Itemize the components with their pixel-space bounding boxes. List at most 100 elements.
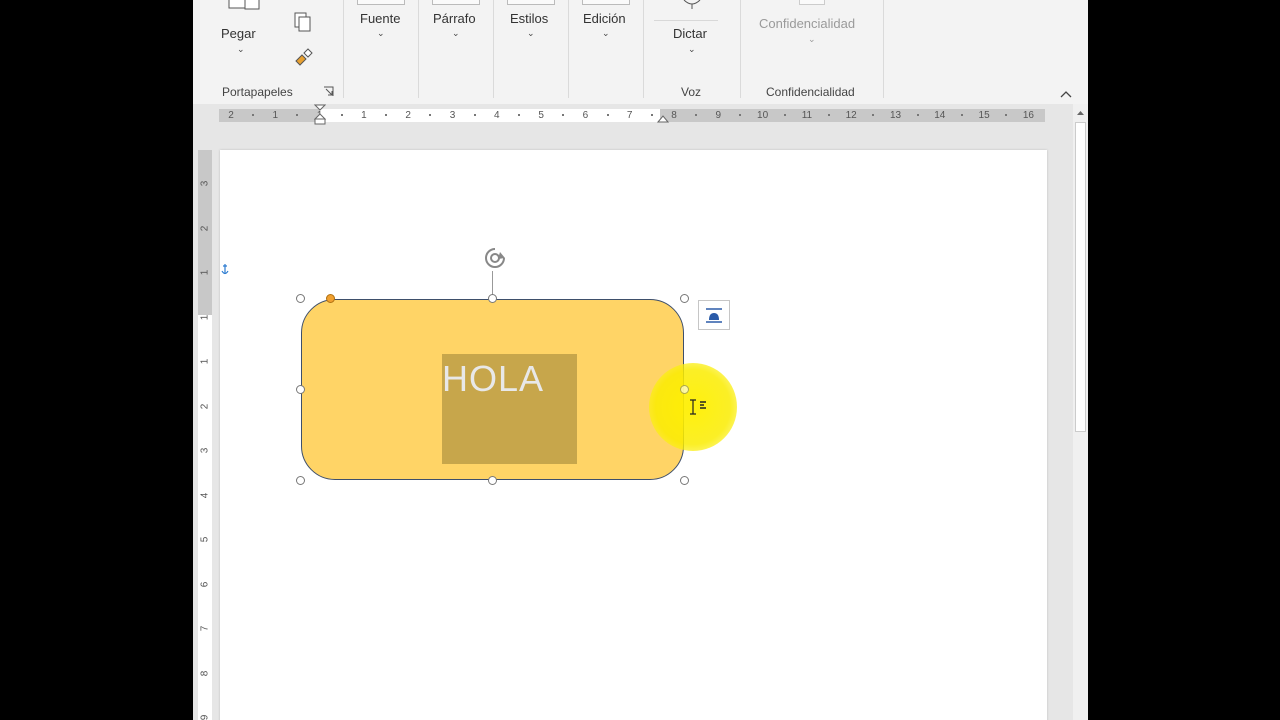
resize-handle-sw[interactable]	[296, 476, 305, 485]
layout-options-icon	[706, 308, 722, 323]
ribbon-divider	[654, 20, 718, 21]
ruler-number: 1	[199, 269, 211, 276]
ruler-tick	[916, 114, 919, 116]
scroll-up-icon[interactable]	[1073, 106, 1088, 120]
horizontal-ruler[interactable]: 21112345678910111213141516	[193, 104, 1073, 126]
group-divider	[643, 0, 644, 98]
styles-label: Estilos	[510, 11, 549, 26]
ruler-number: 7	[199, 625, 211, 632]
ruler-tick	[562, 114, 565, 116]
ruler-number: 5	[199, 536, 211, 543]
group-divider	[418, 0, 419, 98]
ruler-number: 9	[715, 110, 722, 121]
ruler-number: 6	[582, 110, 589, 121]
resize-handle-w[interactable]	[296, 385, 305, 394]
scroll-thumb[interactable]	[1075, 122, 1086, 432]
ruler-number: 12	[845, 110, 857, 121]
sensitivity-icon	[799, 0, 825, 5]
ruler-tick	[429, 114, 432, 116]
ruler-tick	[385, 114, 388, 116]
ruler-tick	[828, 114, 831, 116]
ruler-number: 6	[199, 581, 211, 587]
vertical-scrollbar[interactable]	[1073, 104, 1088, 720]
layout-options-button[interactable]	[698, 300, 730, 330]
indent-marker-icon[interactable]	[314, 104, 326, 126]
ruler-tick	[252, 114, 255, 116]
resize-handle-n[interactable]	[488, 294, 497, 303]
anchor-icon	[221, 264, 229, 275]
ruler-tick	[650, 114, 653, 116]
font-button[interactable]: Fuente ⌄	[345, 0, 417, 60]
format-painter-icon[interactable]	[292, 47, 314, 69]
copy-icon[interactable]	[292, 11, 314, 33]
dialog-launcher-icon[interactable]	[323, 86, 335, 98]
paste-label: Pegar	[221, 26, 256, 41]
ruler-number: 1	[272, 110, 279, 121]
paragraph-label: Párrafo	[433, 11, 476, 26]
group-divider	[568, 0, 569, 98]
group-divider	[343, 0, 344, 98]
rotate-handle-icon[interactable]	[478, 245, 512, 275]
ruler-number: 2	[199, 403, 211, 409]
ruler-number: 4	[199, 492, 211, 498]
chevron-down-icon: ⌄	[452, 28, 460, 38]
ruler-number: 3	[199, 180, 211, 187]
ruler-number: 10	[757, 110, 769, 121]
ruler-number: 15	[978, 110, 990, 121]
ruler-number: 2	[405, 110, 411, 121]
ruler-number: 16	[1022, 110, 1034, 121]
adjustment-handle[interactable]	[326, 294, 335, 303]
ruler-tick	[872, 114, 875, 116]
ribbon: Pegar ⌄ Portapapeles Fuente ⌄ Párrafo ⌄ …	[193, 0, 1088, 105]
chevron-down-icon: ⌄	[688, 44, 696, 54]
sensitivity-label: Confidencialidad	[759, 16, 856, 31]
text-cursor-icon	[690, 399, 706, 415]
word-window: Pegar ⌄ Portapapeles Fuente ⌄ Párrafo ⌄ …	[193, 0, 1088, 720]
font-icon	[357, 0, 405, 5]
ruler-tick	[783, 114, 786, 116]
ruler-number: 2	[199, 225, 211, 231]
right-indent-marker-icon[interactable]	[657, 104, 669, 126]
editing-icon	[582, 0, 630, 5]
chevron-down-icon: ⌄	[377, 28, 385, 38]
ruler-tick	[606, 114, 609, 116]
font-label: Fuente	[360, 11, 401, 26]
group-divider	[740, 0, 741, 98]
resize-handle-nw[interactable]	[296, 294, 305, 303]
paragraph-icon	[432, 0, 480, 5]
paragraph-button[interactable]: Párrafo ⌄	[420, 0, 492, 60]
resize-handle-s[interactable]	[488, 476, 497, 485]
ruler-tick	[296, 114, 299, 116]
paste-button[interactable]: Pegar ⌄	[215, 0, 267, 58]
styles-icon	[507, 0, 555, 5]
styles-button[interactable]: Estilos ⌄	[495, 0, 567, 60]
ruler-number: 9	[199, 714, 211, 720]
resize-handle-se[interactable]	[680, 476, 689, 485]
resize-handle-ne[interactable]	[680, 294, 689, 303]
ruler-number: 11	[801, 110, 813, 121]
ruler-tick	[1005, 114, 1008, 116]
ruler-number: 13	[889, 110, 902, 121]
ruler-tick	[960, 114, 963, 116]
ruler-number: 8	[199, 670, 211, 676]
resize-handle-e[interactable]	[680, 385, 689, 394]
ruler-tick	[695, 114, 698, 116]
ruler-tick	[517, 114, 520, 116]
dictate-button[interactable]: Dictar ⌄	[663, 0, 721, 60]
ruler-number: 7	[626, 110, 633, 121]
collapse-ribbon-icon[interactable]	[1059, 89, 1073, 99]
dictate-label: Dictar	[673, 26, 707, 41]
ruler-number: 2	[228, 110, 234, 121]
vertical-ruler[interactable]: 3 2 1 1 1 2 3 4 5 6 7 8 9	[198, 150, 212, 720]
ruler-number: 1	[361, 110, 367, 121]
shape-text[interactable]: HOLA	[442, 358, 544, 400]
editing-button[interactable]: Edición ⌄	[570, 0, 642, 60]
ruler-number: 5	[538, 110, 544, 121]
ruler-number: 8	[671, 110, 677, 121]
ruler-number: 3	[449, 110, 456, 121]
chevron-down-icon: ⌄	[602, 28, 610, 38]
sensitivity-group-label: Confidencialidad	[766, 85, 855, 99]
group-divider	[883, 0, 884, 98]
voice-group-label: Voz	[681, 85, 702, 99]
chevron-down-icon: ⌄	[808, 34, 816, 44]
